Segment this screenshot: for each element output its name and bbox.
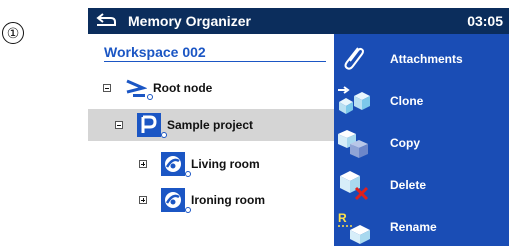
instrument-screen: Memory Organizer 03:05 Workspace 002 Roo… (88, 8, 509, 246)
tree-row-project[interactable]: Sample project (88, 109, 338, 141)
rename-icon: R (336, 210, 372, 244)
expand-icon[interactable] (139, 196, 147, 204)
room-icon (161, 188, 191, 213)
tree-row-root[interactable]: Root node (88, 72, 212, 104)
copy-icon (336, 126, 372, 160)
tree-label-ironing-room: Ironing room (191, 193, 265, 207)
root-node-icon (125, 77, 153, 100)
clone-icon (336, 84, 372, 118)
paperclip-icon (336, 42, 372, 76)
project-icon (137, 113, 167, 138)
menu-item-delete[interactable]: Delete (334, 164, 509, 206)
menu-label-rename: Rename (390, 220, 437, 234)
step-marker: ① (2, 22, 24, 44)
menu-item-rename[interactable]: R Rename (334, 206, 509, 248)
delete-icon (336, 168, 372, 202)
page-title: Memory Organizer (128, 13, 251, 29)
room-icon (161, 152, 191, 177)
menu-label-copy: Copy (390, 136, 420, 150)
options-menu: Attachments Clone Copy Delete R Rename (334, 34, 509, 246)
menu-label-clone: Clone (390, 94, 424, 108)
workspace-label: Workspace 002 (104, 44, 326, 62)
back-icon[interactable] (94, 11, 120, 31)
tree-label-project: Sample project (167, 118, 254, 132)
expand-icon[interactable] (139, 160, 147, 168)
svg-text:R: R (338, 211, 347, 225)
collapse-icon[interactable] (103, 84, 111, 92)
menu-item-copy[interactable]: Copy (334, 122, 509, 164)
collapse-icon[interactable] (115, 121, 123, 129)
tree-row-ironing-room[interactable]: Ironing room (88, 184, 265, 216)
menu-item-attachments[interactable]: Attachments (334, 38, 509, 80)
tree-label-living-room: Living room (191, 157, 260, 171)
clock: 03:05 (467, 13, 503, 29)
menu-item-clone[interactable]: Clone (334, 80, 509, 122)
title-bar: Memory Organizer 03:05 (88, 8, 509, 34)
tree-label-root: Root node (153, 81, 213, 95)
menu-label-delete: Delete (390, 178, 427, 192)
tree-row-living-room[interactable]: Living room (88, 148, 260, 180)
menu-label-attachments: Attachments (390, 52, 463, 66)
